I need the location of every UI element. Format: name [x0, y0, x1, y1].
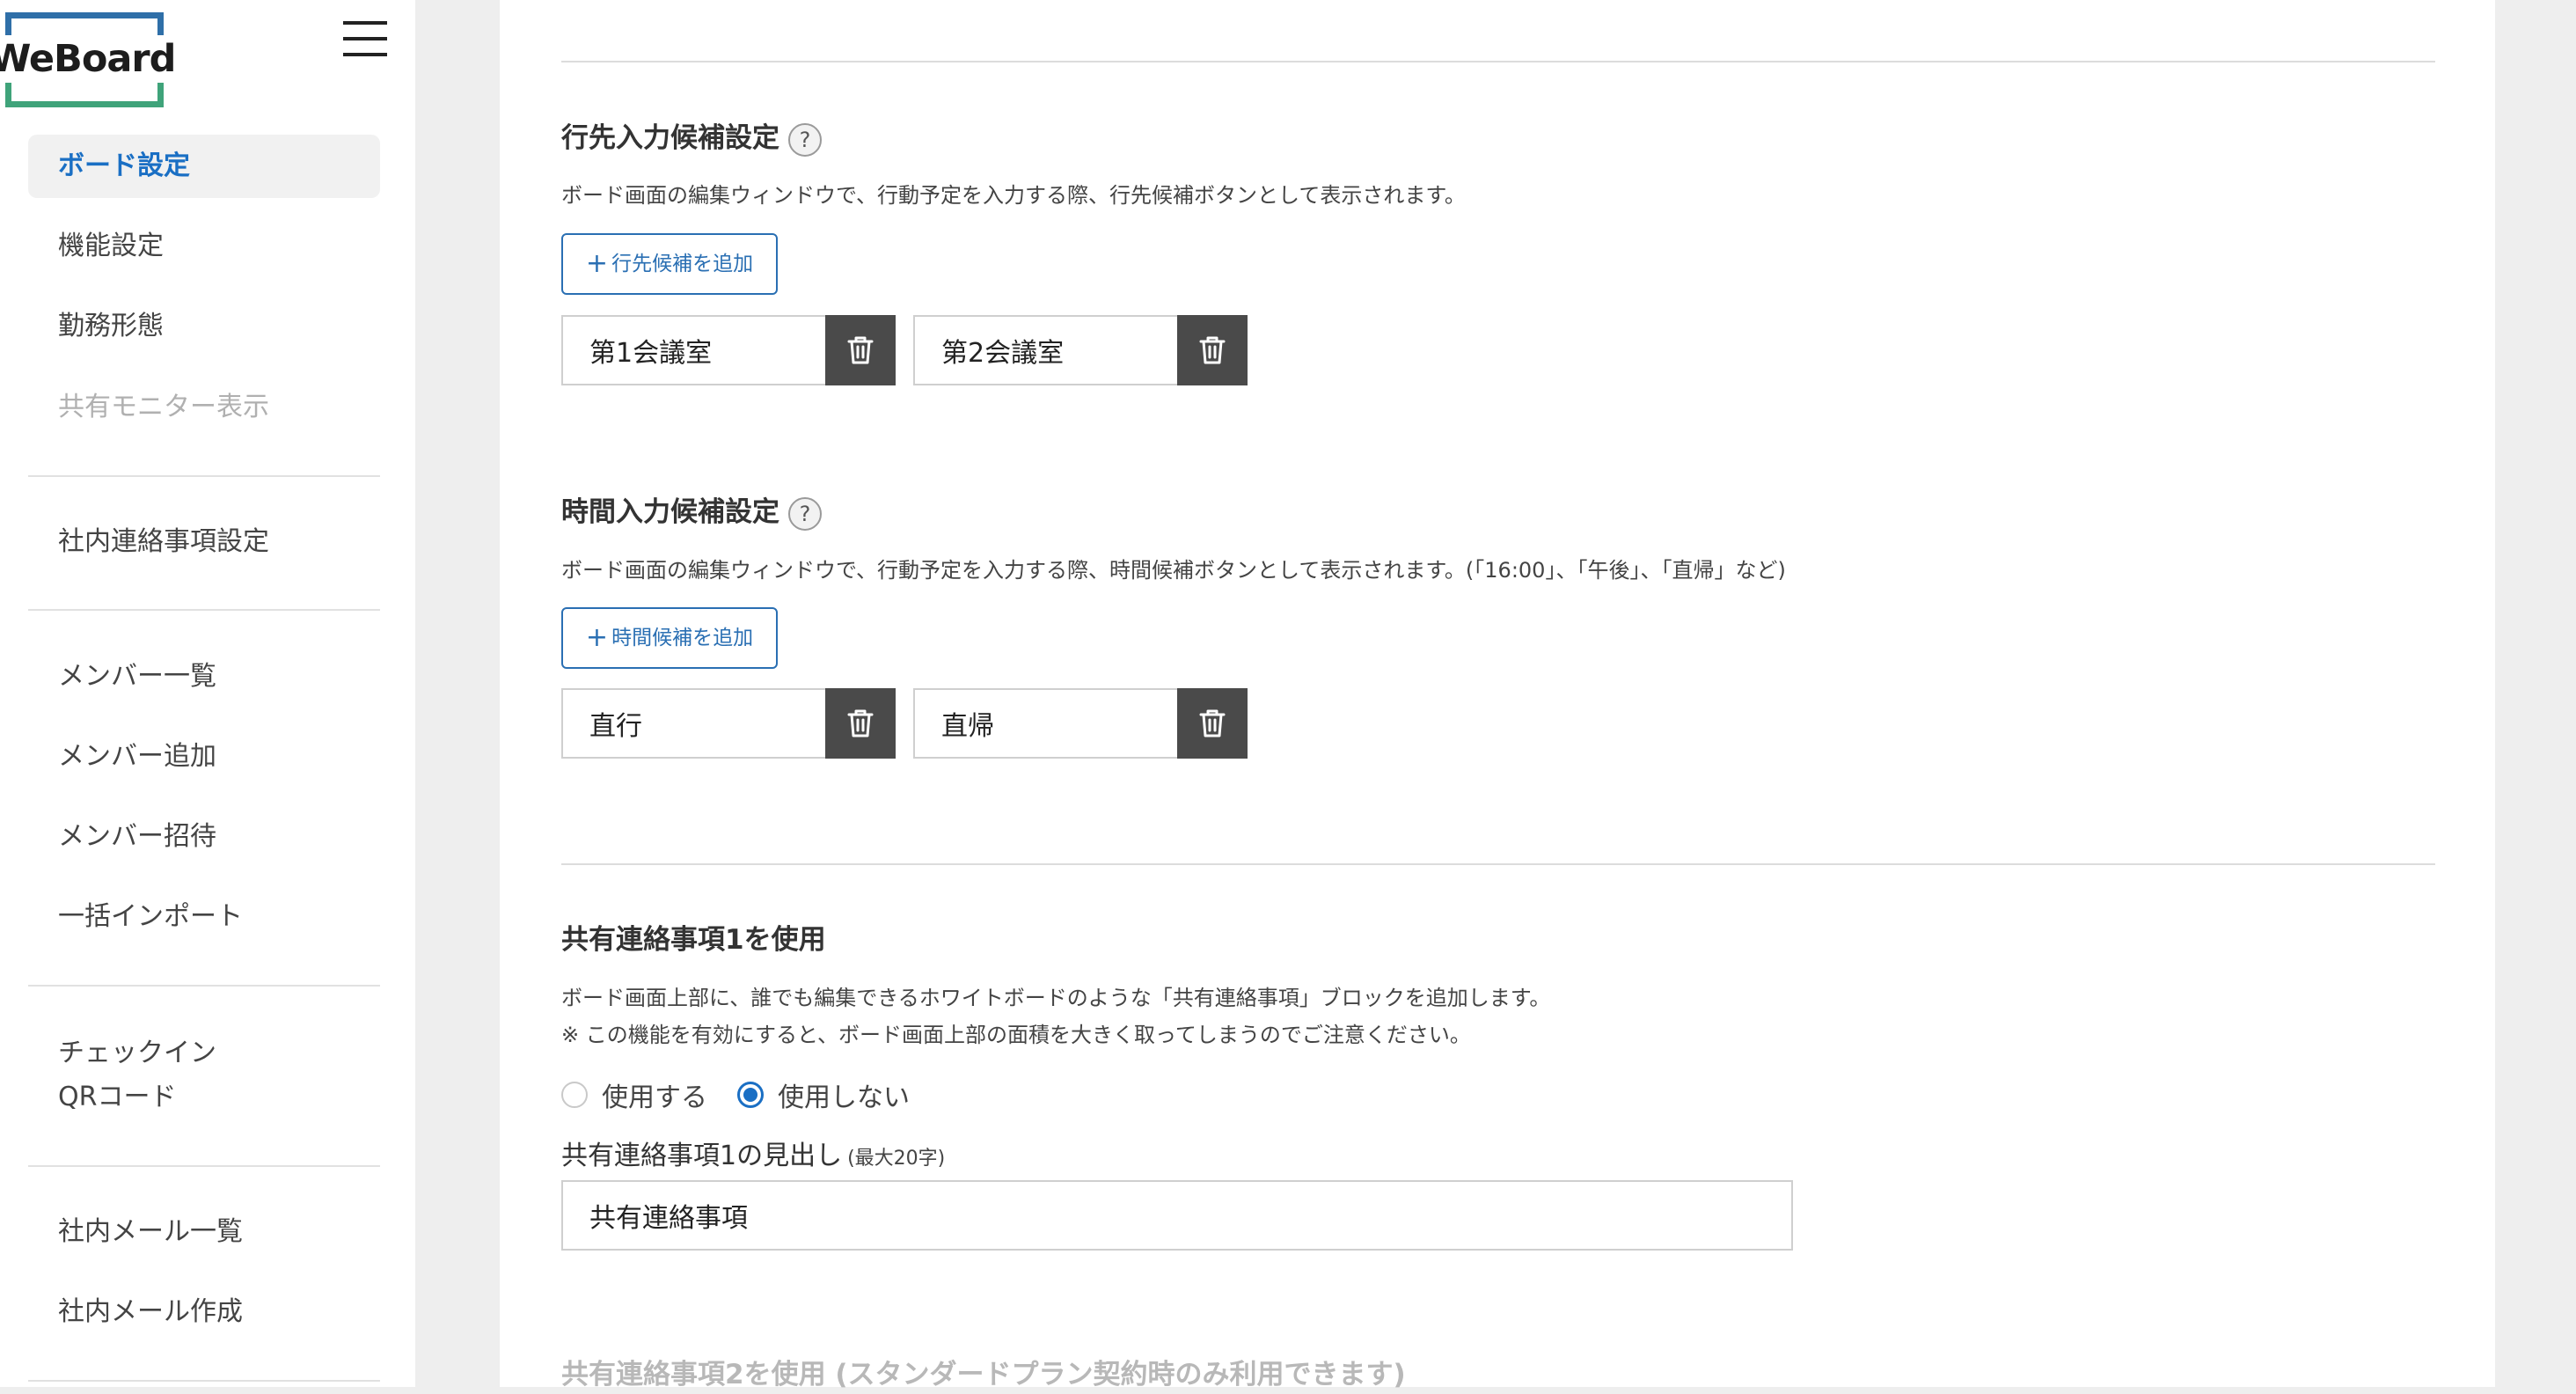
delete-destination-button[interactable]: [1177, 315, 1248, 385]
sidebar-item-compose-internal-mail[interactable]: 社内メール作成: [28, 1280, 380, 1344]
help-icon[interactable]: ?: [788, 496, 822, 531]
shared1-title: 共有連絡事項1を使用: [561, 924, 826, 956]
sidebar-item-checkin-qr[interactable]: チェックイン QRコード: [28, 1028, 380, 1125]
delete-time-button[interactable]: [825, 688, 896, 759]
section-divider: [561, 61, 2435, 62]
sidebar-divider: [28, 475, 380, 477]
time-candidate: [561, 688, 896, 759]
add-time-button[interactable]: + 時間候補を追加: [561, 607, 778, 669]
logo-text: WeBoard: [0, 35, 178, 83]
destination-candidate: [561, 315, 896, 385]
sidebar: WeBoard ボード設定 機能設定 勤務形態 共有モニター表示 社内連絡事項設…: [0, 0, 415, 1387]
sidebar-divider: [28, 1380, 380, 1382]
shared1-heading-hint: (最大20字): [847, 1148, 946, 1170]
shared1-radio-group: 使用する 使用しない: [561, 1075, 940, 1114]
section-divider: [561, 863, 2435, 865]
shared1-description-line2: ※ この機能を有効にすると、ボード画面上部の面積を大きく取ってしまうのでご注意く…: [561, 1023, 1471, 1047]
trash-icon: [1199, 336, 1226, 364]
time-title: 時間入力候補設定: [561, 496, 779, 528]
radio-use-label[interactable]: 使用する: [602, 1075, 707, 1114]
sidebar-item-bulk-import[interactable]: 一括インポート: [28, 885, 380, 949]
destination-candidate-input[interactable]: [913, 315, 1177, 385]
sidebar-item-feature-settings[interactable]: 機能設定: [28, 215, 380, 278]
sidebar-item-internal-notice-settings[interactable]: 社内連絡事項設定: [28, 510, 380, 574]
destination-candidate-input[interactable]: [561, 315, 825, 385]
shared1-heading-input[interactable]: [561, 1180, 1793, 1251]
logo-frame-bottom: [5, 81, 164, 107]
radio-use[interactable]: [561, 1082, 588, 1108]
radio-not-use-label[interactable]: 使用しない: [778, 1075, 910, 1114]
sidebar-item-member-list[interactable]: メンバー一覧: [28, 645, 380, 708]
plus-icon: +: [585, 248, 609, 279]
shared2-title: 共有連絡事項2を使用 (スタンダードプラン契約時のみ利用できます): [561, 1359, 1406, 1390]
delete-destination-button[interactable]: [825, 315, 896, 385]
trash-icon: [1199, 709, 1226, 737]
trash-icon: [847, 336, 874, 364]
radio-not-use[interactable]: [737, 1082, 764, 1108]
destination-title: 行先入力候補設定: [561, 122, 779, 154]
shared1-description-line1: ボード画面上部に、誰でも編集できるホワイトボードのような「共有連絡事項」ブロック…: [561, 986, 1551, 1010]
hamburger-icon[interactable]: [343, 19, 387, 58]
destination-section: 行先入力候補設定?: [561, 119, 822, 158]
sidebar-item-board-settings[interactable]: ボード設定: [28, 135, 380, 198]
add-time-label: 時間候補を追加: [611, 627, 754, 649]
sidebar-item-invite-member[interactable]: メンバー招待: [28, 805, 380, 869]
shared1-heading-label: 共有連絡事項1の見出し (最大20字): [561, 1137, 945, 1178]
shared1-heading-label-text: 共有連絡事項1の見出し: [561, 1141, 843, 1171]
help-icon[interactable]: ?: [788, 122, 822, 157]
destination-description: ボード画面の編集ウィンドウで、行動予定を入力する際、行先候補ボタンとして表示され…: [561, 183, 1466, 208]
destination-candidate: [913, 315, 1248, 385]
time-candidate-input[interactable]: [561, 688, 825, 759]
time-description: ボード画面の編集ウィンドウで、行動予定を入力する際、時間候補ボタンとして表示され…: [561, 558, 1786, 583]
settings-panel: 行先入力候補設定? ボード画面の編集ウィンドウで、行動予定を入力する際、行先候補…: [500, 0, 2495, 1390]
plus-icon: +: [585, 622, 609, 653]
delete-time-button[interactable]: [1177, 688, 1248, 759]
time-section: 時間入力候補設定?: [561, 493, 822, 532]
sidebar-item-work-styles[interactable]: 勤務形態: [28, 295, 380, 358]
time-candidate: [913, 688, 1248, 759]
sidebar-item-shared-monitor: 共有モニター表示: [58, 392, 269, 422]
trash-icon: [847, 709, 874, 737]
sidebar-divider: [28, 985, 380, 987]
sidebar-divider: [28, 1165, 380, 1167]
weboard-logo[interactable]: WeBoard: [0, 12, 178, 107]
sidebar-item-add-member[interactable]: メンバー追加: [28, 725, 380, 789]
sidebar-divider: [28, 609, 380, 611]
add-destination-button[interactable]: + 行先候補を追加: [561, 233, 778, 295]
add-destination-label: 行先候補を追加: [611, 253, 754, 275]
sidebar-item-internal-mail-list[interactable]: 社内メール一覧: [28, 1200, 380, 1264]
time-candidate-input[interactable]: [913, 688, 1177, 759]
